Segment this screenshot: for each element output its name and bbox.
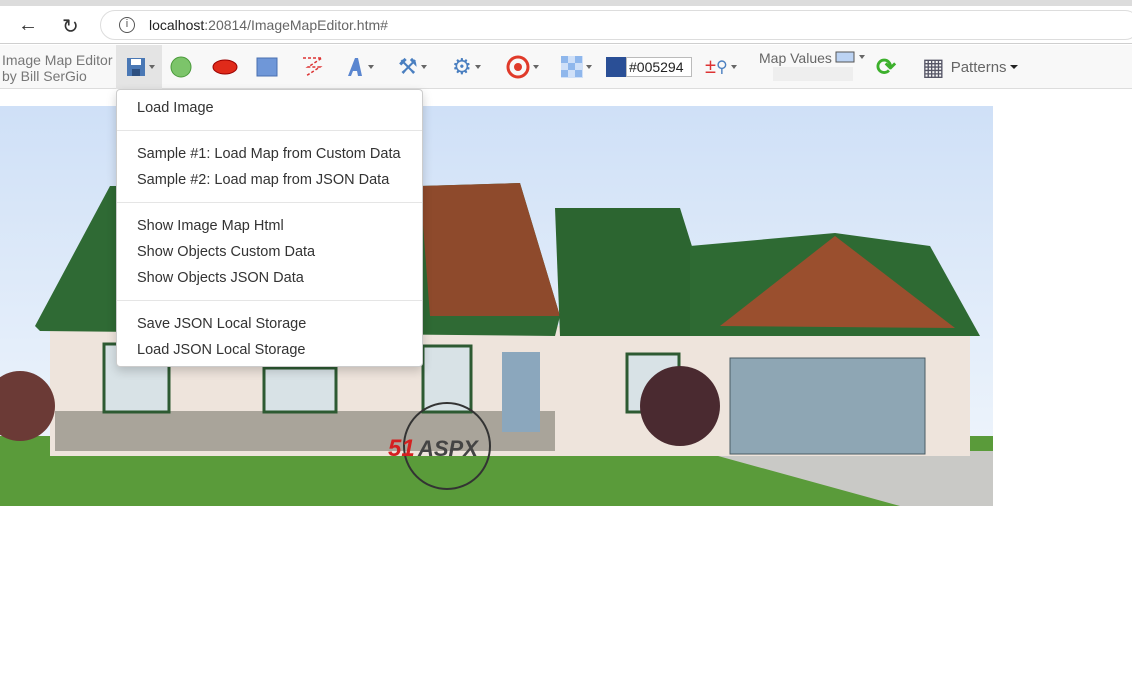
text-icon [348,58,362,76]
chevron-down-icon [368,65,374,69]
chevron-down-icon [420,65,427,69]
svg-text:ASPX: ASPX [417,436,479,461]
file-menu-button[interactable] [116,45,162,89]
brand-title: Image Map Editor [2,52,113,68]
zoom-menu-button[interactable]: ± ⚲ [705,53,737,81]
menu-item-sample-1[interactable]: Sample #1: Load Map from Custom Data [137,146,401,162]
menu-divider [117,130,422,131]
map-values-field[interactable] [773,67,853,81]
address-bar: ← ↻ i localhost:20814/ImageMapEditor.htm… [0,6,1132,44]
menu-item-sample-2[interactable]: Sample #2: Load map from JSON Data [137,172,389,188]
checker-icon [561,56,583,78]
patterns-label: Patterns [950,58,1007,76]
file-dropdown-menu: Load Image Sample #1: Load Map from Cust… [116,89,423,367]
ellipse-tool-button[interactable] [212,53,238,81]
menu-item-load-local[interactable]: Load JSON Local Storage [137,342,305,358]
rectangle-icon [256,57,278,77]
text-tool-button[interactable] [345,53,374,81]
map-values-button[interactable] [834,49,865,65]
url-host: localhost [149,17,205,33]
reload-icon[interactable]: ↻ [62,14,79,39]
info-icon[interactable]: i [119,17,135,33]
menu-item-show-custom-data[interactable]: Show Objects Custom Data [137,244,315,260]
tools-menu-button[interactable]: ⚒ [398,53,427,81]
chevron-down-icon [149,65,155,69]
color-swatch[interactable] [606,57,626,77]
transparency-menu-button[interactable] [561,53,592,81]
svg-text:51: 51 [388,435,415,462]
menu-item-show-json-data[interactable]: Show Objects JSON Data [137,270,304,286]
brand-author: by Bill SerGio [2,68,87,84]
color-input[interactable]: #005294 [626,57,692,77]
chevron-down-icon [1009,65,1018,69]
chevron-down-icon [586,65,592,69]
menu-divider [117,300,422,301]
back-icon[interactable]: ← [18,14,38,37]
gear-icon: ⚙ [452,54,472,79]
tools-icon: ⚒ [398,54,418,79]
chevron-down-icon [730,65,737,69]
target-icon [506,55,530,79]
menu-item-show-html[interactable]: Show Image Map Html [137,218,284,234]
patterns-menu-button[interactable]: ▦ Patterns [922,53,1018,81]
toolbar: Image Map Editor by Bill SerGio ⚒ ⚙ #0052… [0,45,1132,89]
grid-icon: ▦ [922,53,945,81]
ellipse-icon [212,59,238,75]
polygon-icon [303,57,325,77]
menu-item-load-image[interactable]: Load Image [137,100,214,116]
chevron-down-icon [533,65,539,69]
refresh-button[interactable]: ⟳ [876,53,896,81]
url-input[interactable]: i localhost:20814/ImageMapEditor.htm# [100,10,1132,40]
map-values-label: Map Values [759,50,832,66]
circle-icon [170,56,192,78]
selection-rect-icon [835,51,855,63]
app-brand: Image Map Editor by Bill SerGio [2,52,113,84]
chevron-down-icon [474,65,481,69]
url-path: :20814/ImageMapEditor.htm# [204,17,388,33]
rectangle-tool-button[interactable] [256,53,278,81]
magnifier-icon: ⚲ [715,59,728,76]
polygon-tool-button[interactable] [300,53,326,81]
settings-menu-button[interactable]: ⚙ [452,53,481,81]
zoom-icon: ± [705,55,716,78]
circle-tool-button[interactable] [170,53,192,81]
refresh-icon: ⟳ [876,53,897,81]
target-menu-button[interactable] [506,53,539,81]
menu-divider [117,202,422,203]
menu-item-save-local[interactable]: Save JSON Local Storage [137,316,306,332]
chevron-down-icon [859,55,865,59]
save-icon [127,58,145,76]
